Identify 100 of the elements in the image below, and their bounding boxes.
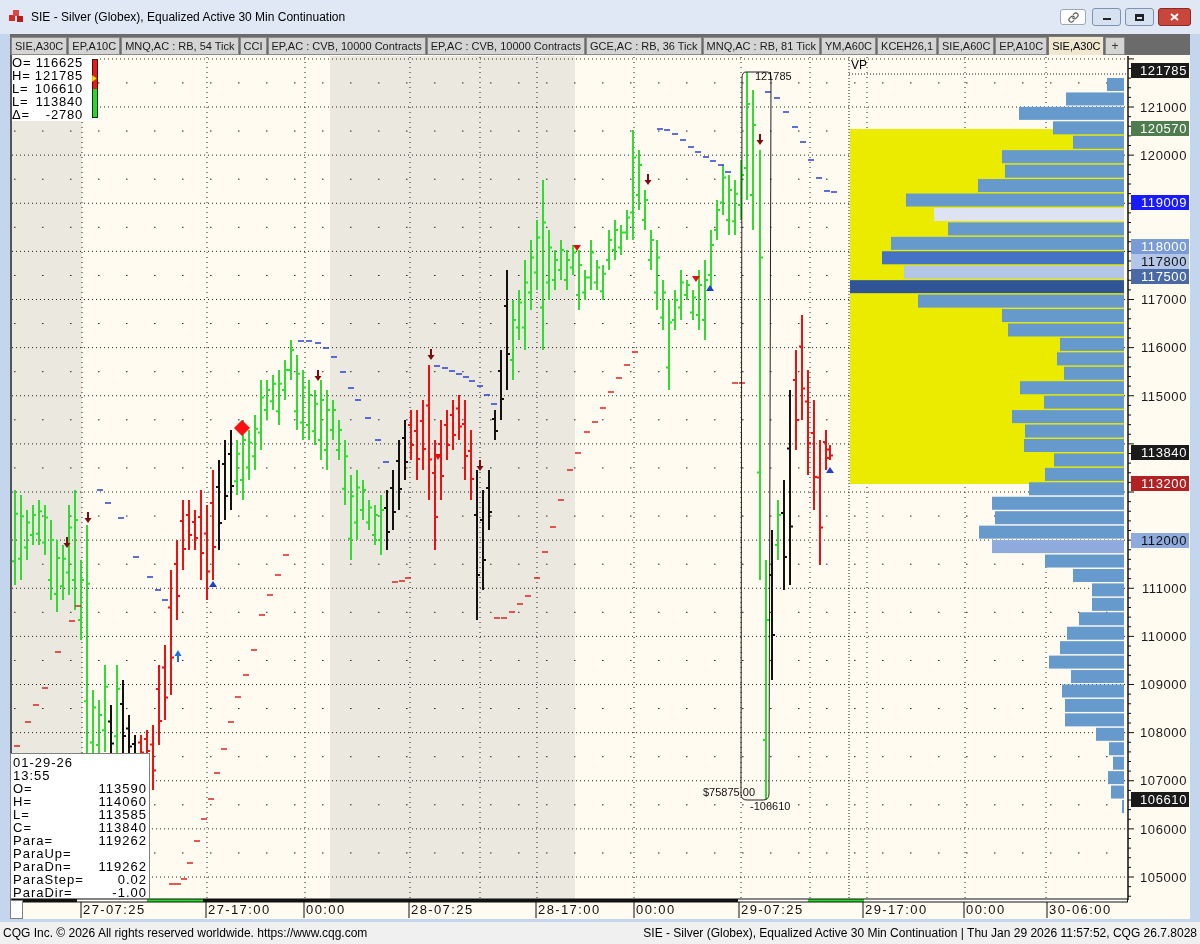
price-annotation: -106610 <box>750 800 791 813</box>
time-axis-label: 29-17:00 <box>865 902 928 918</box>
price-marker-label: 106610 <box>1131 791 1189 807</box>
chart-tab[interactable]: GCE,AC : RB, 36 Tick <box>585 37 702 55</box>
price-axis-label: 108000 <box>1140 724 1187 740</box>
time-axis-label: 28-17:00 <box>538 902 601 918</box>
chart-tab[interactable]: SIE,A30C <box>1048 36 1105 55</box>
data-label: Para= <box>13 834 54 847</box>
restore-icon <box>1135 13 1144 21</box>
bar-date: 01-29-26 <box>13 756 75 769</box>
minimize-icon <box>1102 18 1111 20</box>
chart-tab[interactable]: YM,A60C <box>820 37 877 55</box>
summary-value: 116625 <box>35 56 84 69</box>
close-icon <box>1170 13 1179 21</box>
time-axis-label: 27-07:25 <box>83 902 146 918</box>
down-arrow-icon <box>314 370 322 381</box>
chart-tab[interactable]: EP,AC : CVB, 10000 Contracts <box>426 37 585 55</box>
up-triangle-icon <box>826 467 834 473</box>
volume-profile-bar <box>1060 641 1124 655</box>
price-axis-label: 120000 <box>1140 147 1187 163</box>
link-icon <box>1067 11 1079 23</box>
down-triangle-icon <box>692 276 700 282</box>
down-arrow-icon <box>84 512 92 523</box>
price-marker-label: 121785 <box>1131 62 1189 78</box>
price-annotation: $75875.00 <box>703 786 755 799</box>
price-axis-label: 107000 <box>1140 772 1187 788</box>
price-marker-label: 113200 <box>1131 475 1189 491</box>
volume-profile-bar <box>1071 670 1124 684</box>
summary-label: O= <box>12 56 32 69</box>
data-label: ParaUp= <box>13 847 72 860</box>
chart-tab[interactable]: SIE,A60C <box>938 37 995 55</box>
chart-tab[interactable]: MNQ,AC : RB, 81 Tick <box>702 37 820 55</box>
time-axis-label: 00:00 <box>306 902 346 918</box>
chart-tab[interactable]: MNQ,AC : RB, 54 Tick <box>121 37 239 55</box>
price-axis-label: 106000 <box>1140 821 1187 837</box>
price-annotation: 121785 <box>755 70 792 83</box>
chart-tab[interactable]: SIE,A30C <box>11 37 68 55</box>
volume-profile-bar <box>1065 698 1124 712</box>
add-tab-button[interactable]: + <box>1105 37 1125 55</box>
data-value: 119262 <box>98 860 147 873</box>
volume-profile-bar <box>1092 597 1124 611</box>
data-label: ParaDn= <box>13 860 72 873</box>
time-axis-label: 28-07:25 <box>411 902 474 918</box>
down-arrow-icon <box>476 460 484 471</box>
minimize-button[interactable] <box>1092 8 1121 26</box>
time-axis-label: 29-07:25 <box>741 902 804 918</box>
data-label: C= <box>13 821 32 834</box>
window-title: SIE - Silver (Globex), Equalized Active 30 Min Continuation <box>31 9 346 25</box>
data-value: -1.00 <box>112 886 147 899</box>
data-value: 0.02 <box>117 873 147 886</box>
close-button[interactable] <box>1158 8 1191 26</box>
data-label: O= <box>13 782 33 795</box>
position-marker-icon <box>92 75 97 82</box>
up-triangle-icon <box>209 581 217 587</box>
scroll-thumb[interactable] <box>10 900 23 919</box>
chart-tab[interactable]: KCEH26,1 <box>877 37 938 55</box>
up-arrow-icon <box>174 650 182 662</box>
chart-tab[interactable]: EP,A10C <box>995 37 1048 55</box>
price-axis-label: 115000 <box>1141 388 1187 404</box>
time-axis-label: 27-17:00 <box>208 902 271 918</box>
price-axis-label: 116000 <box>1141 339 1187 355</box>
price-marker-label: 118000 <box>1131 238 1189 254</box>
price-axis-label: 109000 <box>1140 676 1187 692</box>
data-value: 113585 <box>98 808 147 821</box>
data-label: ParaStep= <box>13 873 84 886</box>
link-button[interactable] <box>1060 9 1086 25</box>
summary-label: L= <box>12 82 29 95</box>
summary-value: 113840 <box>35 95 84 108</box>
diamond-icon <box>234 420 250 436</box>
price-marker-label: 113840 <box>1131 444 1189 460</box>
chart-tab[interactable]: EP,AC : CVB, 10000 Contracts <box>267 37 426 55</box>
summary-label: H= <box>12 69 31 82</box>
volume-profile-bar <box>1057 352 1124 366</box>
up-triangle-icon <box>706 285 714 291</box>
data-label: ParaDir= <box>13 886 73 899</box>
data-label: H= <box>13 795 32 808</box>
bar-time: 13:55 <box>13 769 52 782</box>
time-axis-label: 00:00 <box>966 902 1006 918</box>
app-logo-icon <box>9 10 24 24</box>
status-text: SIE - Silver (Globex), Equalized Active 30 Min Continuation | Thu Jan 29 2026 11:57:52, CQG 26.7.8028 <box>643 926 1197 940</box>
price-marker-label: 120570 <box>1131 120 1189 136</box>
data-label: L= <box>13 808 30 821</box>
profile-label: VP <box>851 58 867 72</box>
summary-label: Δ= <box>12 108 30 121</box>
price-axis-label: 110000 <box>1141 628 1187 644</box>
restore-button[interactable] <box>1125 8 1154 26</box>
summary-value: 121785 <box>34 69 84 82</box>
price-axis-label: 105000 <box>1140 869 1187 885</box>
volume-profile-bar <box>1079 612 1124 626</box>
down-triangle-icon <box>434 454 442 460</box>
price-axis-label: 117000 <box>1141 291 1187 307</box>
price-axis-label: 121000 <box>1140 99 1187 115</box>
down-triangle-icon <box>573 245 581 251</box>
chart-tab[interactable]: EP,A10C <box>68 37 121 55</box>
price-axis-label: 111000 <box>1141 580 1187 596</box>
down-arrow-icon <box>63 537 71 548</box>
time-axis-label: 30-06:00 <box>1049 902 1112 918</box>
down-arrow-icon <box>427 349 435 360</box>
data-value: 114060 <box>98 795 147 808</box>
chart-tab[interactable]: CCI <box>239 37 267 55</box>
